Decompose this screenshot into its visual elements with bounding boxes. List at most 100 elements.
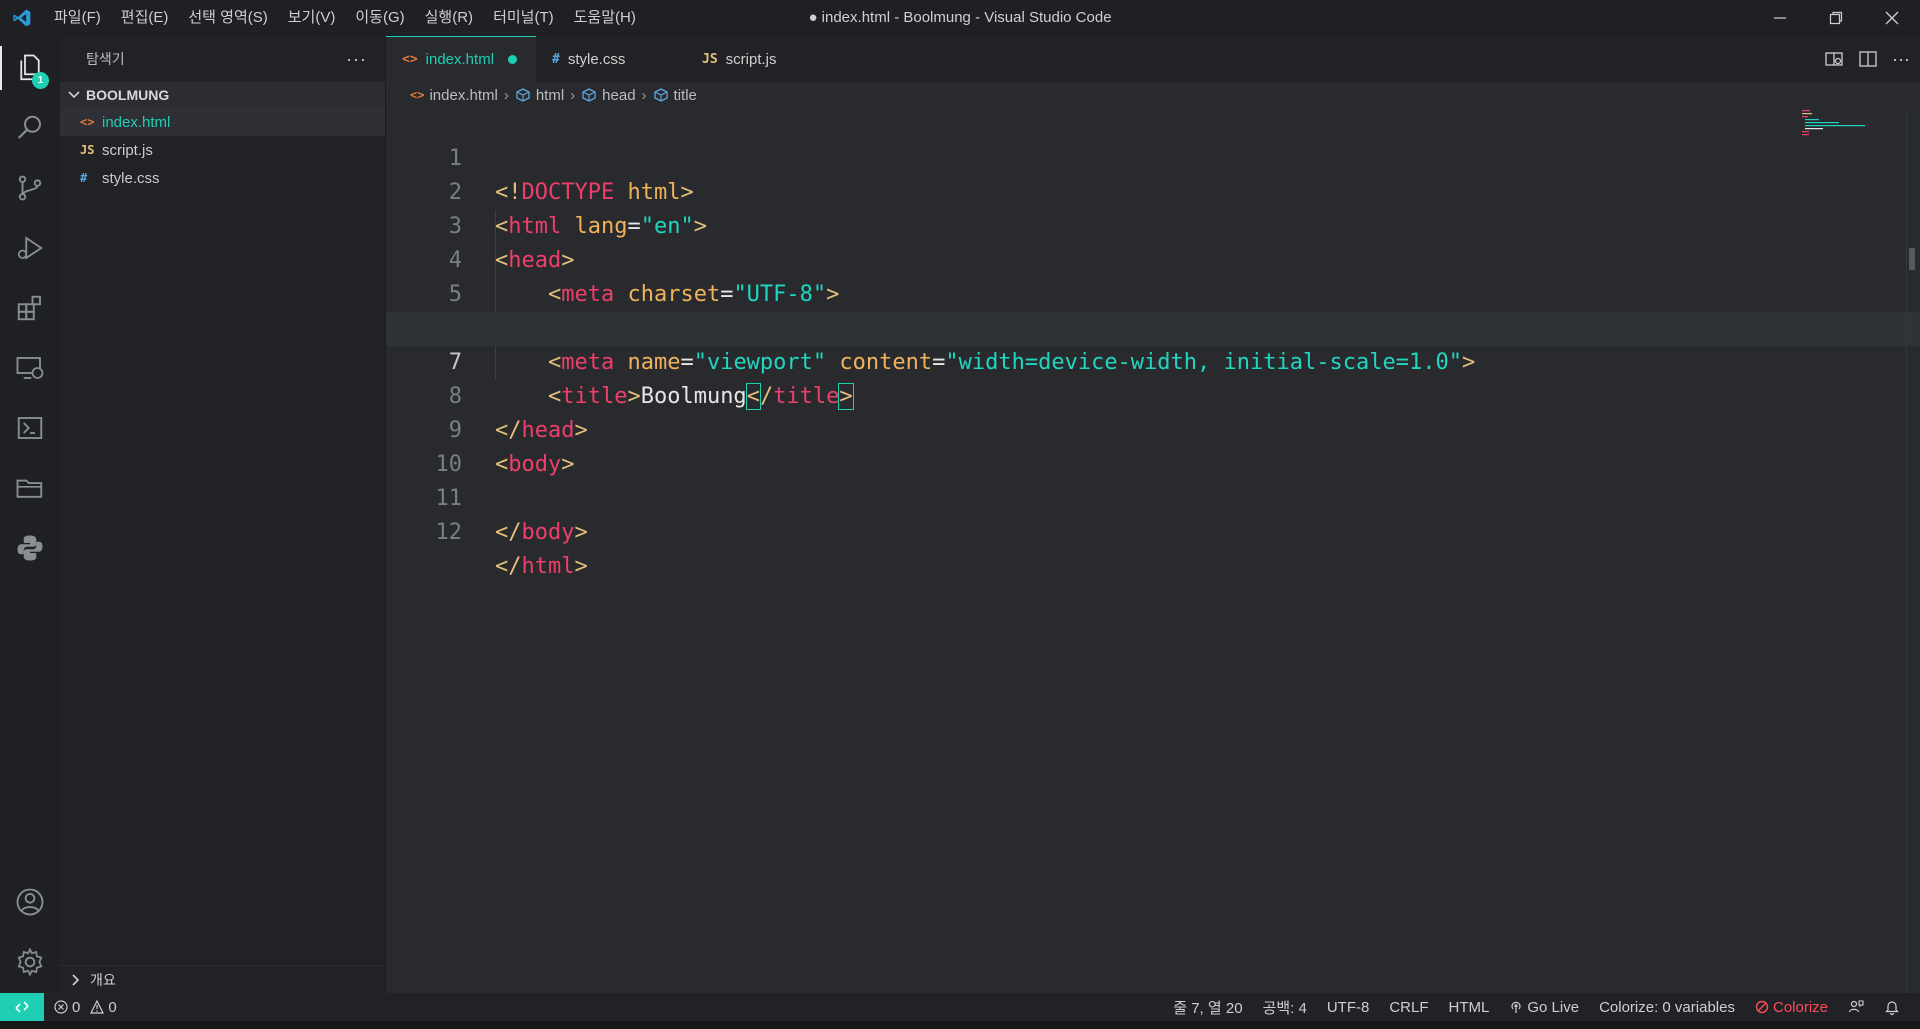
- menu-terminal[interactable]: 터미널(T): [483, 0, 564, 36]
- more-actions-icon[interactable]: ···: [1892, 49, 1910, 70]
- code-line[interactable]: 3 <head>: [386, 176, 1920, 273]
- error-count: 0: [72, 998, 81, 1016]
- js-file-icon: JS: [80, 143, 95, 157]
- menu-go[interactable]: 이동(G): [345, 0, 414, 36]
- search-button[interactable]: [0, 100, 60, 156]
- python-button[interactable]: [0, 520, 60, 576]
- breadcrumb-file[interactable]: <> index.html: [410, 87, 498, 104]
- cursor-position[interactable]: 줄 7, 열 20: [1163, 997, 1252, 1018]
- code-line[interactable]: 2 <html lang="en">: [386, 142, 1920, 239]
- run-debug-icon: [17, 236, 43, 260]
- file-item-style-css[interactable]: # style.css: [60, 164, 385, 192]
- tab-script-js[interactable]: JS script.js: [686, 36, 836, 82]
- tab-style-css[interactable]: # style.css: [536, 36, 686, 82]
- outline-section[interactable]: 개요: [60, 965, 385, 993]
- code-line[interactable]: 11 </body>: [386, 448, 1920, 545]
- close-button[interactable]: [1864, 0, 1920, 36]
- feedback-button[interactable]: [1838, 999, 1874, 1015]
- breadcrumb-html[interactable]: html: [515, 87, 564, 104]
- menu-run[interactable]: 실행(R): [415, 0, 483, 36]
- taskbar-strip: [0, 1021, 1920, 1029]
- menu-selection[interactable]: 선택 영역(S): [178, 0, 277, 36]
- code-line[interactable]: 5 <meta http-equiv="X-UA-Compatible" con…: [386, 244, 1920, 341]
- more-actions-icon[interactable]: ···: [346, 49, 367, 70]
- colorize-variables[interactable]: Colorize: 0 variables: [1589, 999, 1745, 1016]
- split-editor-icon[interactable]: [1858, 49, 1878, 69]
- editor-actions: ···: [1824, 36, 1910, 82]
- chevron-right-icon: [72, 973, 80, 986]
- menu-edit[interactable]: 편집(E): [111, 0, 179, 36]
- code-line[interactable]: 4 <meta charset="UTF-8">: [386, 210, 1920, 307]
- remote-icon: [15, 1001, 29, 1013]
- language-mode[interactable]: HTML: [1439, 999, 1500, 1016]
- breadcrumb-label: index.html: [429, 86, 498, 104]
- symbol-element-icon: [653, 88, 668, 102]
- outline-label: 개요: [90, 971, 116, 988]
- warning-icon: [90, 1000, 105, 1014]
- file-item-script-js[interactable]: JS script.js: [60, 136, 385, 164]
- extensions-button[interactable]: [0, 280, 60, 336]
- extensions-icon: [17, 295, 41, 321]
- go-live-label: Go Live: [1527, 998, 1580, 1016]
- menu-view[interactable]: 보기(V): [278, 0, 346, 36]
- restore-button[interactable]: [1808, 0, 1864, 36]
- title-bar: 파일(F) 편집(E) 선택 영역(S) 보기(V) 이동(G) 실행(R) 터…: [0, 0, 1920, 36]
- notifications-button[interactable]: [1874, 999, 1910, 1015]
- code-editor[interactable]: 1 <!DOCTYPE html> 2 <html lang="en"> 3 <…: [386, 108, 1920, 993]
- breadcrumb-head[interactable]: head: [581, 87, 636, 104]
- folder-button[interactable]: [0, 460, 60, 516]
- settings-gear-icon: [17, 947, 43, 977]
- breadcrumb-title[interactable]: title: [653, 87, 697, 104]
- minimize-icon: [1774, 17, 1786, 19]
- explorer-title: 탐색기: [86, 51, 125, 67]
- account-icon: [16, 888, 44, 916]
- chevron-right-icon: ›: [503, 86, 509, 104]
- minimap[interactable]: [1802, 108, 1902, 148]
- code-line[interactable]: 10: [386, 414, 1920, 477]
- tab-label: style.css: [567, 50, 626, 68]
- folder-boolmung[interactable]: BOOLMUNG: [60, 82, 385, 108]
- manage-button[interactable]: [0, 934, 60, 990]
- unsaved-dot-icon[interactable]: [508, 55, 518, 64]
- remote-indicator-button[interactable]: [0, 993, 44, 1021]
- code-line[interactable]: 9 <body>: [386, 380, 1920, 477]
- terminal-button[interactable]: [0, 400, 60, 456]
- restore-icon: [1829, 11, 1843, 25]
- explorer-sidebar: 탐색기 ··· BOOLMUNG <> index.html JS script…: [60, 36, 386, 993]
- chevron-right-icon: ›: [641, 86, 647, 104]
- chevron-right-icon: ›: [570, 86, 576, 104]
- problems-indicator[interactable]: 0 0: [54, 999, 117, 1016]
- end-of-line[interactable]: CRLF: [1379, 999, 1438, 1016]
- vscode-logo-icon[interactable]: [0, 0, 44, 36]
- tab-index-html[interactable]: <> index.html: [386, 36, 536, 82]
- menu-help[interactable]: 도움말(H): [564, 0, 646, 36]
- remote-explorer-button[interactable]: [0, 340, 60, 396]
- open-preview-icon[interactable]: [1824, 49, 1844, 69]
- indentation[interactable]: 공백: 4: [1253, 997, 1317, 1018]
- code-line[interactable]: 12 </html>: [386, 482, 1920, 579]
- encoding[interactable]: UTF-8: [1317, 999, 1380, 1016]
- run-debug-button[interactable]: [0, 220, 60, 276]
- source-control-button[interactable]: [0, 160, 60, 216]
- code-line[interactable]: 8 </head>: [386, 346, 1920, 443]
- vertical-scrollbar[interactable]: [1906, 108, 1920, 993]
- symbol-element-icon: [582, 88, 596, 102]
- colorize-label: Colorize: [1772, 998, 1828, 1016]
- breadcrumb-label: title: [673, 86, 697, 104]
- code-line[interactable]: 6 <meta name="viewport" content="width=d…: [386, 278, 1920, 375]
- file-name: index.html: [102, 113, 171, 131]
- broadcast-icon: [1511, 1001, 1521, 1013]
- colorize-button[interactable]: Colorize: [1745, 999, 1838, 1016]
- line-content: </html>: [495, 554, 588, 579]
- go-live-button[interactable]: Go Live: [1499, 999, 1589, 1016]
- html-file-icon: <>: [402, 52, 418, 67]
- menu-file[interactable]: 파일(F): [44, 0, 111, 36]
- breadcrumb: <> index.html › html › head › title: [386, 82, 1920, 108]
- file-item-index-html[interactable]: <> index.html: [60, 108, 385, 136]
- code-line-current[interactable]: 7 <title>Boolmung</title>: [386, 312, 1920, 410]
- account-button[interactable]: [0, 874, 60, 930]
- minimize-button[interactable]: [1752, 0, 1808, 36]
- file-name: script.js: [102, 141, 153, 159]
- explorer-button[interactable]: 1: [0, 40, 60, 96]
- code-line[interactable]: 1 <!DOCTYPE html>: [386, 108, 1920, 205]
